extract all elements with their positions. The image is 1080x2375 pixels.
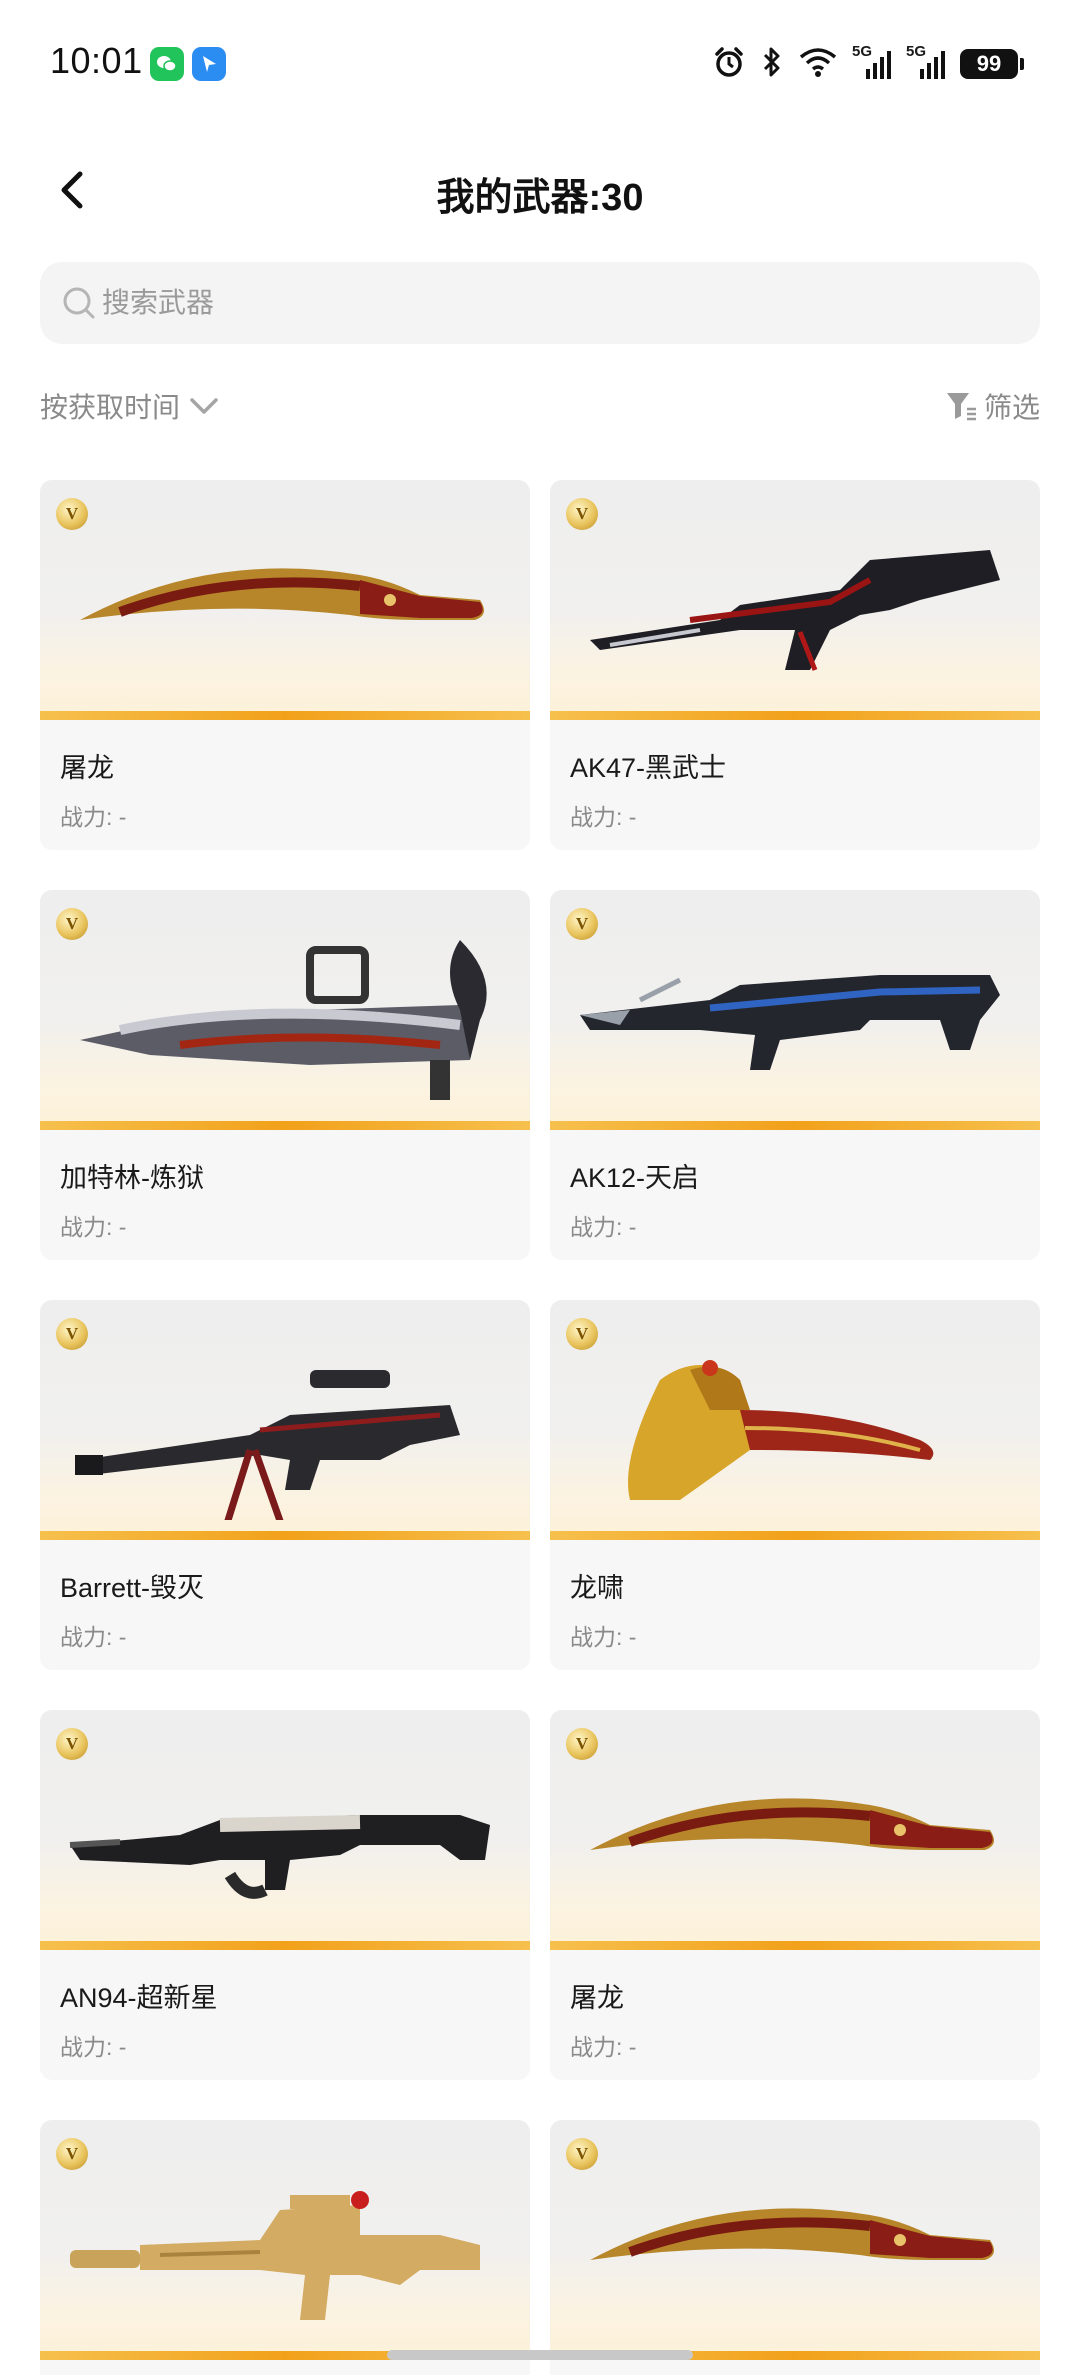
vip-badge: V [56, 2138, 88, 2170]
weapon-image: V [40, 2120, 530, 2360]
rarity-stripe [550, 1531, 1040, 1540]
weapon-card[interactable]: V AK47-黑武士战力: - [550, 480, 1040, 850]
filter-button[interactable]: 筛选 [944, 386, 1040, 426]
rarity-stripe [40, 711, 530, 720]
signal-5g-icon: 5G [906, 43, 946, 81]
search-input[interactable] [102, 262, 1002, 344]
weapon-card[interactable]: V 屠龙战力: - [550, 1710, 1040, 2080]
weapon-name: 屠龙 [60, 753, 114, 783]
vip-badge: V [566, 498, 598, 530]
weapon-name: 加特林-炼狱 [60, 1163, 204, 1193]
weapon-card[interactable]: V Barrett-毁灭战力: - [40, 1300, 530, 1670]
weapon-card[interactable]: V 加特林-炼狱战力: - [40, 890, 530, 1260]
weapon-image: V [550, 480, 1040, 720]
wifi-icon [798, 46, 838, 83]
vip-badge: V [56, 1728, 88, 1760]
vip-badge: V [566, 2138, 598, 2170]
weapon-list-page: 10:01 5G 5G 99 我的武器:30 搜索武器 按获取时间 筛选 V 屠… [0, 0, 1080, 2375]
chevron-down-icon [190, 398, 218, 414]
weapon-grid: V 屠龙 战力: - V AK47-黑武士 战力: - V 加特林-炼狱 战力: - V AK12-… [40, 480, 1040, 2375]
weapon-power: 战力: - [570, 2034, 637, 2060]
filter-icon [946, 393, 976, 421]
weapon-name: 龙啸 [570, 1573, 624, 1603]
sort-label: 按获取时间 [40, 392, 181, 423]
weapon-name: AK47-黑武士 [570, 753, 727, 783]
battery-icon: 99 [960, 49, 1024, 79]
weapon-image: V [550, 1300, 1040, 1540]
vip-badge: V [566, 1728, 598, 1760]
weapon-card[interactable]: V 龙啸战力: - [550, 1300, 1040, 1670]
weapon-name: Barrett-毁灭 [60, 1573, 205, 1603]
signal-5g-icon: 5G [852, 43, 892, 81]
navigation-app-icon [192, 47, 226, 81]
filter-label: 筛选 [983, 392, 1040, 423]
weapon-power: 战力: - [570, 1214, 637, 1240]
weapon-power: 战力: - [60, 2034, 127, 2060]
status-indicators: 5G 5G 99 [712, 42, 1024, 86]
rarity-stripe [550, 711, 1040, 720]
header: 我的武器:30 [0, 140, 1080, 240]
weapon-card[interactable]: V 屠龙战力: - [40, 480, 530, 850]
vip-badge: V [56, 1318, 88, 1350]
sort-dropdown[interactable]: 按获取时间 [40, 386, 220, 426]
vip-badge: V [56, 908, 88, 940]
rarity-stripe [550, 1121, 1040, 1130]
status-time: 10:01 [50, 40, 143, 81]
vip-badge: V [56, 498, 88, 530]
weapon-card[interactable]: V AN94-超新星战力: - [40, 1710, 530, 2080]
weapon-card[interactable]: V AK12-天启战力: - [550, 890, 1040, 1260]
weapon-image: V [550, 2120, 1040, 2360]
weapon-card[interactable]: V [40, 2120, 530, 2375]
home-indicator[interactable] [387, 2350, 693, 2360]
search-bar[interactable] [40, 262, 1040, 344]
weapon-image: V [40, 1300, 530, 1540]
search-icon [60, 284, 98, 327]
rarity-stripe [40, 1531, 530, 1540]
weapon-name: AK12-天启 [570, 1163, 700, 1193]
weapon-image: V [550, 1710, 1040, 1950]
weapon-image: V [40, 480, 530, 720]
weapon-card[interactable]: V [550, 2120, 1040, 2375]
rarity-stripe [550, 1941, 1040, 1950]
rarity-stripe [40, 1121, 530, 1130]
vip-badge: V [566, 908, 598, 940]
page-title: 我的武器:30 [436, 177, 644, 219]
wechat-icon [150, 47, 184, 81]
alarm-icon [712, 45, 746, 84]
bluetooth-icon [760, 45, 784, 84]
list-toolbar: 按获取时间 筛选 [40, 380, 1040, 432]
weapon-power: 战力: - [60, 1214, 127, 1240]
weapon-image: V [40, 890, 530, 1130]
weapon-image: V [40, 1710, 530, 1950]
weapon-image: V [550, 890, 1040, 1130]
weapon-power: 战力: - [60, 1624, 127, 1650]
weapon-name: 屠龙 [570, 1983, 624, 2013]
weapon-power: 战力: - [60, 804, 127, 830]
vip-badge: V [566, 1318, 598, 1350]
weapon-power: 战力: - [570, 1624, 637, 1650]
weapon-name: AN94-超新星 [60, 1983, 218, 2013]
weapon-power: 战力: - [570, 804, 637, 830]
status-bar: 10:01 5G 5G 99 [0, 0, 1080, 130]
rarity-stripe [40, 1941, 530, 1950]
